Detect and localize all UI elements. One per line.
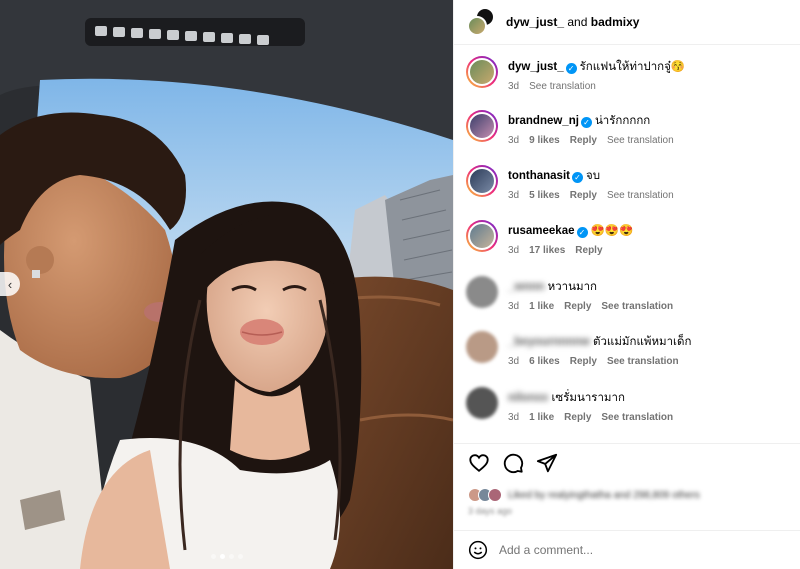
comment-likes[interactable]: 17 likes — [529, 245, 565, 256]
avatar[interactable] — [466, 220, 498, 252]
post-actions: Liked by realyingthatha and 298,809 othe… — [454, 443, 800, 529]
emoji-icon[interactable] — [468, 540, 488, 560]
and-text: and — [564, 15, 591, 29]
comment-item: _wnnn หวานมาก 3d 1 like Reply See translati… — [466, 276, 796, 312]
post-viewer: ‹ dyw_just_ and badmixy dyw_just_ ✓ รักแ… — [0, 0, 800, 569]
comment-username[interactable]: tonthanasit — [508, 170, 570, 182]
see-translation-link[interactable]: See translation — [601, 412, 673, 423]
comment-item: brandnew_nj ✓ น่ารักกกกก 3d 9 likes Reply See… — [466, 110, 796, 146]
verified-icon: ✓ — [580, 117, 592, 128]
reply-button[interactable]: Reply — [570, 135, 597, 146]
avatar[interactable] — [466, 110, 498, 142]
caption-item: dyw_just_ ✓ รักแฟนให้ท่าปากจู๋😚 3d See tran… — [466, 56, 796, 92]
comment-item: nilonxx เซรั่มนารามาก 3d 1 like Reply See t… — [466, 387, 796, 423]
comment-text: หวานมาก — [547, 281, 597, 293]
see-translation-link[interactable]: See translation — [607, 356, 679, 367]
carousel-dot — [228, 554, 234, 559]
see-translation-link[interactable]: See translation — [601, 301, 673, 312]
comment-username[interactable]: dyw_just_ — [508, 61, 564, 73]
comment-input[interactable] — [499, 543, 779, 557]
comment-icon[interactable] — [502, 452, 524, 474]
comment-time: 3d — [508, 245, 520, 256]
comment-username[interactable]: brandnew_nj — [508, 115, 579, 127]
see-translation-link[interactable]: See translation — [607, 135, 674, 146]
comment-time: 3d — [508, 356, 520, 367]
avatar[interactable] — [466, 56, 498, 88]
comment-item: rusameekae ✓ 😍😍😍 3d 17 likes Reply — [466, 220, 796, 256]
carousel-dot-active — [219, 554, 225, 559]
reply-button[interactable]: Reply — [570, 190, 597, 201]
comment-text: 😍😍😍 — [590, 225, 634, 237]
add-comment-bar — [454, 530, 800, 569]
comment-item: _beyournnnnw ตัวแม่มักแพ้หมาเด็ก 3d 6 lik… — [466, 331, 796, 367]
comment-list[interactable]: dyw_just_ ✓ รักแฟนให้ท่าปากจู๋😚 3d See tran… — [454, 46, 800, 443]
comment-likes[interactable]: 5 likes — [529, 190, 560, 201]
reply-button[interactable]: Reply — [575, 245, 602, 256]
comment-time: 3d — [508, 81, 520, 92]
post-photo[interactable]: ‹ — [0, 0, 453, 569]
author-link[interactable]: dyw_just_ — [506, 15, 564, 29]
author-link[interactable]: badmixy — [591, 15, 640, 29]
share-icon[interactable] — [536, 452, 558, 474]
see-translation-link[interactable]: See translation — [529, 81, 596, 92]
liked-by-text[interactable]: Liked by realyingthatha and 298,809 othe… — [508, 490, 700, 501]
comment-time: 3d — [508, 301, 520, 312]
verified-icon: ✓ — [571, 172, 583, 183]
comments-panel: dyw_just_ and badmixy dyw_just_ ✓ รักแฟนให… — [453, 0, 800, 569]
comment-text: จบ — [585, 170, 601, 182]
reply-button[interactable]: Reply — [564, 301, 591, 312]
comment-likes[interactable]: 1 like — [529, 301, 554, 312]
comment-text: ตัวแม่มักแพ้หมาเด็ก — [592, 336, 692, 348]
reply-button[interactable]: Reply — [564, 412, 591, 423]
carousel-dots — [0, 554, 453, 559]
comment-username[interactable]: nilonxx — [508, 392, 548, 404]
photo-illustration — [0, 0, 453, 569]
avatar — [488, 488, 502, 502]
verified-icon: ✓ — [576, 227, 588, 238]
comment-username[interactable]: _beyournnnnw — [508, 336, 590, 348]
comment-time: 3d — [508, 135, 520, 146]
avatar[interactable] — [466, 276, 498, 308]
see-translation-link[interactable]: See translation — [607, 190, 674, 201]
comment-text: รักแฟนให้ท่าปากจู๋😚 — [579, 61, 686, 73]
comment-likes[interactable]: 9 likes — [529, 135, 560, 146]
heart-icon[interactable] — [468, 452, 490, 474]
collab-avatars[interactable] — [467, 7, 497, 37]
carousel-dot — [210, 554, 216, 559]
comment-username[interactable]: _wnnn — [508, 281, 544, 293]
comment-username[interactable]: rusameekae — [508, 225, 575, 237]
post-header: dyw_just_ and badmixy — [454, 0, 800, 45]
carousel-dot — [237, 554, 243, 559]
reply-button[interactable]: Reply — [570, 356, 597, 367]
post-date: 3 days ago — [468, 506, 513, 516]
comment-text: เซรั่มนารามาก — [551, 392, 625, 404]
likes-summary[interactable]: Liked by realyingthatha and 298,809 othe… — [468, 488, 700, 502]
chevron-left-icon: ‹ — [7, 276, 13, 292]
comment-time: 3d — [508, 190, 520, 201]
verified-icon: ✓ — [565, 63, 577, 74]
comment-time: 3d — [508, 412, 520, 423]
action-icons — [468, 452, 558, 474]
comment-item: tonthanasit ✓ จบ 3d 5 likes Reply See transla… — [466, 165, 796, 201]
avatar[interactable] — [466, 165, 498, 197]
comment-likes[interactable]: 6 likes — [529, 356, 560, 367]
avatar — [467, 16, 487, 36]
avatar[interactable] — [466, 331, 498, 363]
comment-likes[interactable]: 1 like — [529, 412, 554, 423]
avatar[interactable] — [466, 387, 498, 419]
comment-text: น่ารักกกกก — [594, 115, 651, 127]
post-authors: dyw_just_ and badmixy — [506, 15, 639, 29]
